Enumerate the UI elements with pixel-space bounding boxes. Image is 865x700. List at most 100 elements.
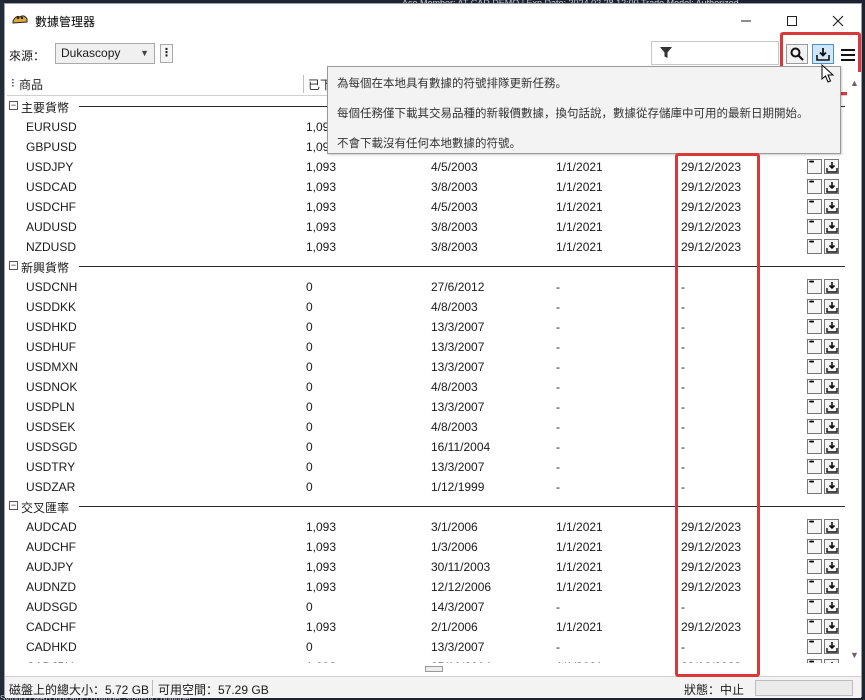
row-download-button[interactable] [824, 579, 839, 594]
row-download-button[interactable] [824, 539, 839, 554]
grip-handle: ⁝ [11, 76, 15, 90]
row-more-button[interactable] [807, 379, 822, 394]
vertical-scrollbar[interactable]: ▲ ▼ [847, 72, 861, 664]
row-download-button[interactable] [824, 359, 839, 374]
row-download-button[interactable] [824, 399, 839, 414]
row-more-button[interactable] [807, 439, 822, 454]
row-more-button[interactable] [807, 159, 822, 174]
source-select[interactable]: Dukascopy ▼ [55, 43, 155, 64]
start-date-cell: 1/1/2021 [556, 200, 603, 214]
tooltip-line-3: 不會下載沒有任何本地數據的符號。 [337, 138, 521, 150]
collapse-icon[interactable]: − [9, 261, 18, 270]
symbol-cell: USDSEK [26, 420, 76, 434]
start-date-cell: 1/1/2021 [556, 620, 603, 634]
row-more-button[interactable] [807, 579, 822, 594]
download-icon [826, 382, 838, 393]
row-more-button[interactable] [807, 239, 822, 254]
start-date-cell: - [556, 340, 560, 354]
first-date-cell: 1/3/2006 [431, 540, 478, 554]
row-download-button[interactable] [824, 439, 839, 454]
row-download-button[interactable] [824, 319, 839, 334]
count-cell: 0 [306, 380, 313, 394]
start-date-cell: - [556, 380, 560, 394]
mouse-cursor-icon [821, 64, 835, 83]
symbol-cell: USDCNH [26, 280, 78, 294]
row-download-button[interactable] [824, 199, 839, 214]
collapse-icon[interactable]: − [9, 101, 18, 110]
row-download-button[interactable] [824, 339, 839, 354]
row-more-button[interactable] [807, 399, 822, 414]
row-more-button[interactable] [807, 559, 822, 574]
row-more-button[interactable] [807, 419, 822, 434]
symbol-cell: USDZAR [26, 480, 76, 494]
start-date-cell: - [556, 300, 560, 314]
app-icon [12, 15, 28, 24]
first-date-cell: 16/11/2004 [431, 440, 491, 454]
row-download-button[interactable] [824, 239, 839, 254]
row-more-button[interactable] [807, 519, 822, 534]
column-header-symbol[interactable]: 商品 [19, 76, 43, 93]
row-download-button[interactable] [824, 279, 839, 294]
collapse-icon[interactable]: − [9, 501, 18, 510]
first-date-cell: 13/3/2007 [431, 640, 485, 654]
row-download-button[interactable] [824, 179, 839, 194]
scroll-up-icon[interactable]: ▲ [850, 78, 859, 88]
row-download-button[interactable] [824, 619, 839, 634]
count-cell: 0 [306, 320, 313, 334]
row-more-button[interactable] [807, 539, 822, 554]
row-download-button[interactable] [824, 559, 839, 574]
row-download-button[interactable] [824, 419, 839, 434]
title-bar[interactable]: 數據管理器 [5, 4, 861, 36]
start-date-cell: - [556, 320, 560, 334]
row-more-button[interactable] [807, 659, 822, 663]
first-date-cell: 1/12/1999 [431, 480, 485, 494]
start-date-cell: - [556, 480, 560, 494]
minimize-button[interactable] [723, 4, 769, 36]
row-more-button[interactable] [807, 339, 822, 354]
row-more-button[interactable] [807, 279, 822, 294]
row-more-button[interactable] [807, 639, 822, 654]
download-icon [826, 482, 838, 493]
count-cell: 0 [306, 360, 313, 374]
filter-icon [660, 47, 672, 58]
row-download-button[interactable] [824, 519, 839, 534]
scroll-down-icon[interactable]: ▼ [850, 650, 859, 660]
row-download-button[interactable] [824, 599, 839, 614]
filter-input[interactable] [651, 41, 779, 65]
row-download-button[interactable] [824, 379, 839, 394]
symbol-cell: GBPUSD [26, 140, 77, 154]
row-download-button[interactable] [824, 159, 839, 174]
symbol-cell: USDTRY [26, 460, 76, 474]
start-date-cell: - [556, 440, 560, 454]
download-icon [826, 522, 838, 533]
column-separator[interactable] [303, 75, 304, 93]
source-label: 來源： [9, 49, 46, 63]
symbol-cell: AUDCAD [26, 520, 77, 534]
row-more-button[interactable] [807, 179, 822, 194]
horizontal-scroll-thumb[interactable] [425, 666, 443, 672]
source-options-button[interactable]: ⋮ [160, 44, 173, 63]
row-download-button[interactable] [824, 299, 839, 314]
row-download-button[interactable] [824, 639, 839, 654]
download-icon [826, 582, 838, 593]
row-more-button[interactable] [807, 599, 822, 614]
row-download-button[interactable] [824, 459, 839, 474]
free-space: 可用空間：57.29 GB [158, 683, 269, 697]
row-more-button[interactable] [807, 359, 822, 374]
row-download-button[interactable] [824, 659, 839, 663]
symbol-cell: USDNOK [26, 380, 78, 394]
row-more-button[interactable] [807, 319, 822, 334]
start-date-cell: 1/1/2021 [556, 540, 603, 554]
row-more-button[interactable] [807, 619, 822, 634]
symbol-cell: AUDNZD [26, 580, 76, 594]
row-more-button[interactable] [807, 479, 822, 494]
start-date-cell: 1/1/2021 [556, 240, 603, 254]
row-more-button[interactable] [807, 219, 822, 234]
row-download-button[interactable] [824, 479, 839, 494]
row-download-button[interactable] [824, 219, 839, 234]
symbol-cell: USDJPY [26, 160, 74, 174]
row-more-button[interactable] [807, 299, 822, 314]
symbol-cell: USDPLN [26, 400, 75, 414]
row-more-button[interactable] [807, 459, 822, 474]
row-more-button[interactable] [807, 199, 822, 214]
